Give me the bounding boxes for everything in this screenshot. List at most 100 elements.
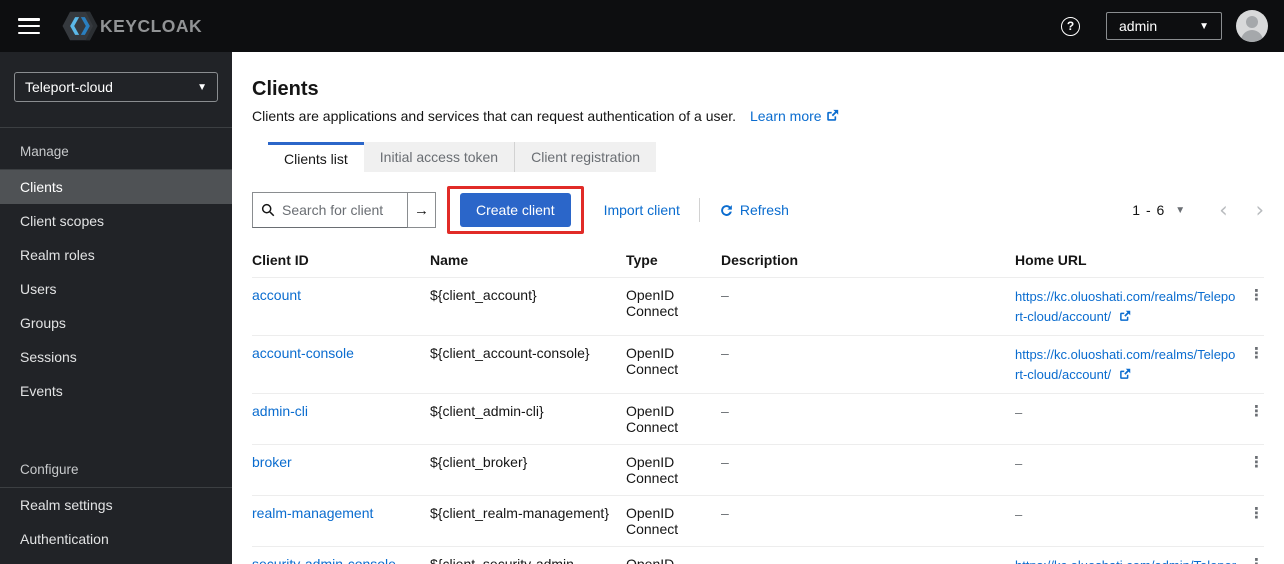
client-description: – bbox=[721, 495, 1015, 547]
sidebar-item-realm-roles[interactable]: Realm roles bbox=[0, 238, 232, 272]
sidebar-item-sessions[interactable]: Sessions bbox=[0, 340, 232, 374]
sidebar-item-realm-settings[interactable]: Realm settings bbox=[0, 488, 232, 522]
caret-down-icon: ▼ bbox=[197, 81, 207, 93]
home-url-empty: – bbox=[1015, 507, 1023, 522]
annotation-box: Create client bbox=[447, 186, 584, 234]
sidebar-item-events[interactable]: Events bbox=[0, 374, 232, 408]
brand-text: KEYCLOAK bbox=[100, 15, 203, 36]
toolbar: → Create client Import client Refresh 1 … bbox=[252, 186, 1264, 234]
client-description: – bbox=[721, 444, 1015, 496]
tab-initial-access-token[interactable]: Initial access token bbox=[363, 142, 515, 172]
search-input[interactable] bbox=[282, 202, 399, 218]
client-description: – bbox=[721, 546, 1015, 564]
client-description: – bbox=[721, 335, 1015, 394]
sidebar-divider bbox=[0, 127, 232, 128]
table-row: admin-cli ${client_admin-cli} OpenID Con… bbox=[252, 393, 1264, 445]
column-client-id: Client ID bbox=[252, 243, 430, 278]
kebab-menu-icon[interactable]: ⋮ bbox=[1249, 402, 1264, 420]
client-name: ${client_account} bbox=[430, 277, 626, 336]
help-icon[interactable]: ? bbox=[1061, 16, 1080, 36]
page-title: Clients bbox=[252, 78, 319, 100]
client-name: ${client_account-console} bbox=[430, 335, 626, 394]
pagination-next-icon[interactable]: › bbox=[1256, 199, 1264, 221]
table-row: account-console ${client_account-console… bbox=[252, 335, 1264, 394]
sidebar-nav: Manage Clients Client scopes Realm roles Use… bbox=[0, 132, 232, 564]
client-description: – bbox=[721, 277, 1015, 336]
column-description: Description bbox=[721, 243, 1015, 278]
hamburger-menu-icon[interactable] bbox=[18, 18, 40, 34]
client-name: ${client_broker} bbox=[430, 444, 626, 496]
pagination-prev-icon[interactable]: ‹ bbox=[1219, 199, 1227, 221]
sidebar-item-identity-providers[interactable]: Identity providers bbox=[0, 556, 232, 564]
create-client-button[interactable]: Create client bbox=[460, 193, 571, 227]
kebab-menu-icon[interactable]: ⋮ bbox=[1249, 453, 1264, 471]
user-dropdown-label: admin bbox=[1119, 18, 1158, 34]
client-description: – bbox=[721, 393, 1015, 445]
client-type: OpenID Connect bbox=[626, 277, 721, 336]
kebab-menu-icon[interactable]: ⋮ bbox=[1249, 504, 1264, 522]
client-id-link[interactable]: account bbox=[252, 287, 301, 303]
external-link-icon bbox=[1119, 310, 1130, 321]
client-id-link[interactable]: broker bbox=[252, 454, 292, 470]
pagination-caret-icon[interactable]: ▼ bbox=[1175, 205, 1185, 216]
refresh-icon bbox=[720, 204, 732, 216]
column-actions bbox=[1249, 243, 1264, 278]
home-url-empty: – bbox=[1015, 456, 1023, 471]
caret-down-icon: ▼ bbox=[1199, 20, 1209, 32]
home-url-link[interactable]: https://kc.oluoshati.com/admin/Teleport-… bbox=[1015, 558, 1236, 564]
nav-section-title-manage: Manage bbox=[20, 144, 69, 159]
kebab-menu-icon[interactable]: ⋮ bbox=[1249, 286, 1264, 304]
user-dropdown[interactable]: admin ▼ bbox=[1106, 12, 1222, 40]
sidebar-item-groups[interactable]: Groups bbox=[0, 306, 232, 340]
client-id-link[interactable]: security-admin-console bbox=[252, 556, 396, 564]
client-name: ${client_admin-cli} bbox=[430, 393, 626, 445]
client-name: ${client_security-admin-console} bbox=[430, 546, 626, 564]
realm-selector-value: Teleport-cloud bbox=[25, 79, 113, 95]
main-content: Clients Clients are applications and ser… bbox=[232, 52, 1284, 564]
tab-clients-list[interactable]: Clients list bbox=[268, 142, 364, 172]
client-id-link[interactable]: realm-management bbox=[252, 505, 373, 521]
refresh-label: Refresh bbox=[739, 202, 789, 218]
sidebar-item-client-scopes[interactable]: Client scopes bbox=[0, 204, 232, 238]
external-link-icon bbox=[826, 109, 838, 121]
tab-bar: Clients list Initial access token Client r… bbox=[268, 142, 1264, 172]
keycloak-logo-icon bbox=[62, 11, 98, 41]
client-type: OpenID Connect bbox=[626, 393, 721, 445]
sidebar-item-clients[interactable]: Clients bbox=[0, 170, 232, 204]
client-type: OpenID Connect bbox=[626, 495, 721, 547]
pagination-range[interactable]: 1 - 6 bbox=[1132, 202, 1165, 218]
home-url-link[interactable]: https://kc.oluoshati.com/realms/Teleport… bbox=[1015, 347, 1235, 382]
table-row: account ${client_account} OpenID Connect… bbox=[252, 277, 1264, 336]
page-description: Clients are applications and services th… bbox=[252, 108, 1264, 124]
client-type: OpenID Connect bbox=[626, 335, 721, 394]
refresh-button[interactable]: Refresh bbox=[719, 202, 789, 218]
home-url-link[interactable]: https://kc.oluoshati.com/realms/Teleport… bbox=[1015, 289, 1235, 324]
learn-more-link[interactable]: Learn more bbox=[750, 108, 839, 124]
realm-selector[interactable]: Teleport-cloud ▼ bbox=[14, 72, 218, 102]
client-id-link[interactable]: admin-cli bbox=[252, 403, 308, 419]
external-link-icon bbox=[1119, 368, 1130, 379]
sidebar: Teleport-cloud ▼ Manage Clients Client sco… bbox=[0, 52, 232, 564]
client-name: ${client_realm-management} bbox=[430, 495, 626, 547]
client-id-link[interactable]: account-console bbox=[252, 345, 354, 361]
kebab-menu-icon[interactable]: ⋮ bbox=[1249, 555, 1264, 564]
page-description-text: Clients are applications and services th… bbox=[252, 108, 737, 124]
table-row: security-admin-console ${client_security… bbox=[252, 546, 1264, 564]
search-icon bbox=[261, 203, 275, 217]
pagination-top: 1 - 6 ▼ ‹ › bbox=[1132, 199, 1264, 221]
table-row: broker ${client_broker} OpenID Connect –… bbox=[252, 444, 1264, 496]
keycloak-brand[interactable]: KEYCLOAK bbox=[62, 11, 202, 41]
avatar[interactable] bbox=[1236, 10, 1268, 42]
sidebar-item-users[interactable]: Users bbox=[0, 272, 232, 306]
import-client-link[interactable]: Import client bbox=[604, 202, 680, 218]
sidebar-item-authentication[interactable]: Authentication bbox=[0, 522, 232, 556]
tab-client-registration[interactable]: Client registration bbox=[514, 142, 657, 172]
client-type: OpenID Connect bbox=[626, 444, 721, 496]
column-type: Type bbox=[626, 243, 721, 278]
search-submit-button[interactable]: → bbox=[408, 192, 436, 228]
kebab-menu-icon[interactable]: ⋮ bbox=[1249, 344, 1264, 362]
client-type: OpenID Connect bbox=[626, 546, 721, 564]
table-header-row: Client ID Name Type Description Home URL bbox=[252, 243, 1264, 278]
nav-section-title-configure: Configure bbox=[20, 462, 79, 477]
column-name: Name bbox=[430, 243, 626, 278]
